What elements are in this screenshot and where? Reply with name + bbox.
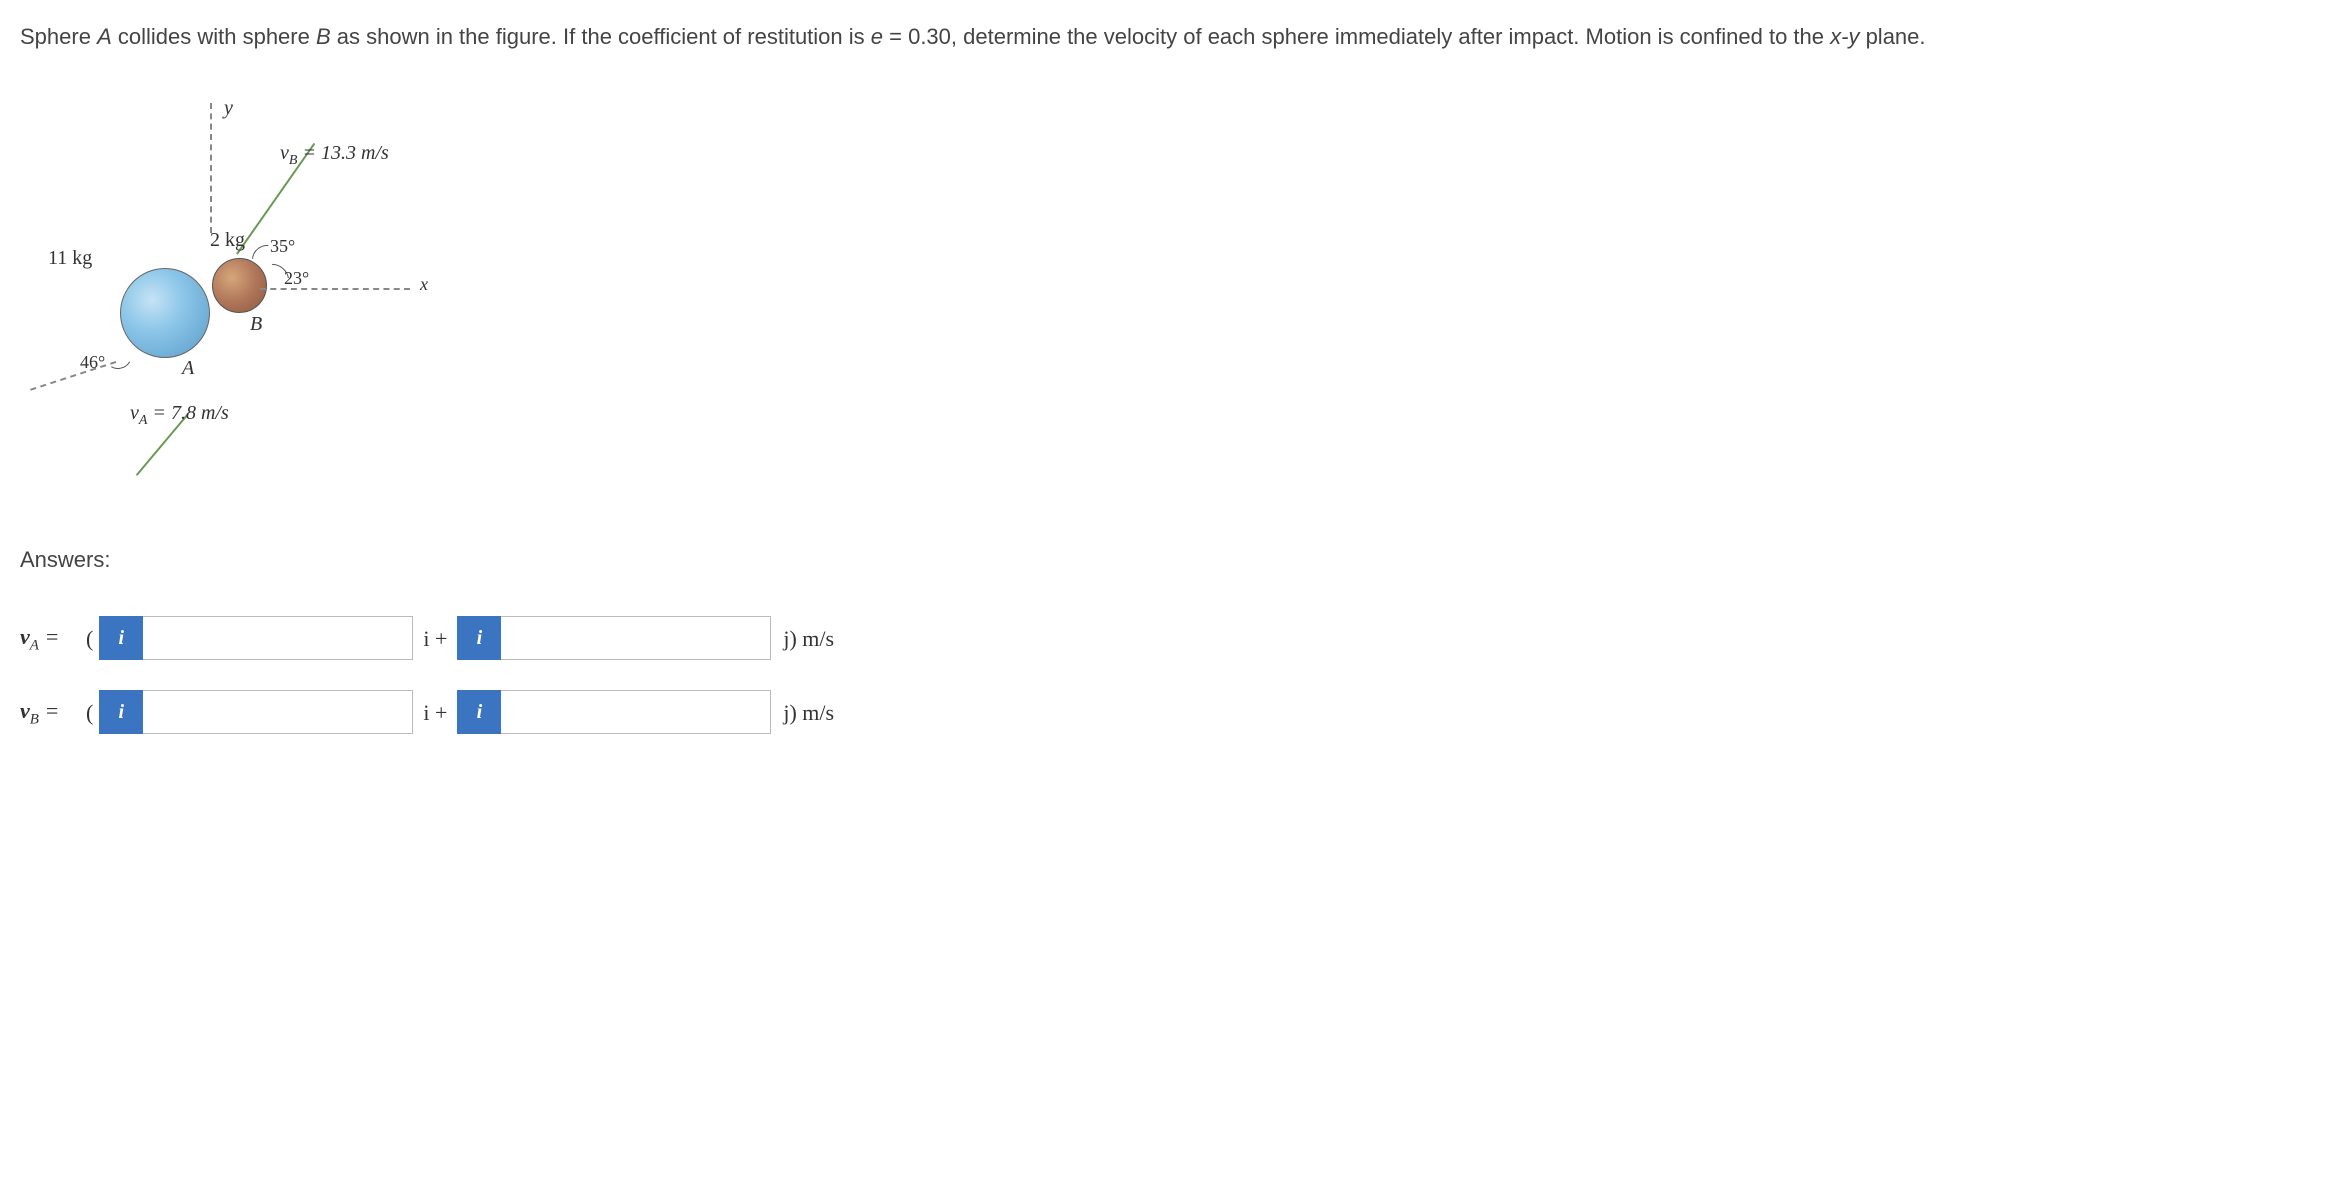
- angle-23-label: 23°: [284, 265, 309, 292]
- info-icon[interactable]: i: [99, 616, 143, 660]
- mass-b-label: 2 kg: [210, 225, 245, 255]
- unit-text: j) m/s: [783, 622, 834, 655]
- vb-j-input[interactable]: [501, 690, 771, 734]
- unit-text: j) m/s: [783, 696, 834, 729]
- collision-figure: y vB = 13.3 m/s 11 kg 2 kg A B x 35° 23°…: [20, 93, 520, 513]
- info-icon[interactable]: i: [99, 690, 143, 734]
- va-result-label: vA =: [20, 620, 80, 657]
- i-plus-text: i +: [423, 622, 447, 655]
- open-paren: (: [86, 622, 93, 655]
- angle-46-label: 46°: [80, 349, 105, 376]
- vb-label: vB = 13.3 m/s: [280, 138, 389, 171]
- answers-header: Answers:: [20, 543, 2325, 576]
- answer-row-va: vA = ( i i + i j) m/s: [20, 616, 2325, 660]
- x-axis-label: x: [420, 271, 428, 298]
- info-icon[interactable]: i: [457, 616, 501, 660]
- problem-statement: Sphere A collides with sphere B as shown…: [20, 20, 2325, 53]
- answer-row-vb: vB = ( i i + i j) m/s: [20, 690, 2325, 734]
- va-i-input[interactable]: [143, 616, 413, 660]
- y-axis-line: [210, 103, 212, 233]
- mass-a-label: 11 kg: [48, 243, 92, 273]
- y-axis-label: y: [224, 93, 233, 123]
- vb-i-input[interactable]: [143, 690, 413, 734]
- sphere-a-icon: [120, 268, 210, 358]
- angle-46-arc: [101, 338, 135, 372]
- open-paren: (: [86, 696, 93, 729]
- i-plus-text: i +: [423, 696, 447, 729]
- vb-result-label: vB =: [20, 694, 80, 731]
- va-j-input[interactable]: [501, 616, 771, 660]
- va-label: vA = 7.8 m/s: [130, 398, 229, 431]
- angle-35-label: 35°: [270, 233, 295, 260]
- sphere-a-label: A: [182, 353, 194, 383]
- info-icon[interactable]: i: [457, 690, 501, 734]
- sphere-b-label: B: [250, 309, 262, 339]
